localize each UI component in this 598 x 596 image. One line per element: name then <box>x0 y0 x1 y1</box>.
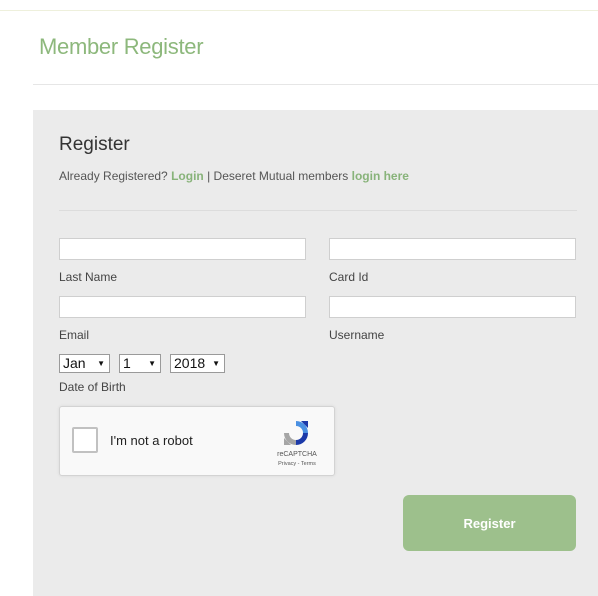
recaptcha-terms-link[interactable]: Privacy - Terms <box>266 461 328 467</box>
username-input[interactable] <box>329 296 576 318</box>
register-heading: Register <box>59 134 130 155</box>
deseret-text: Deseret Mutual members <box>213 169 349 183</box>
chevron-down-icon: ▼ <box>148 359 156 368</box>
dob-day-select[interactable]: 1 ▼ <box>119 354 161 373</box>
last-name-input[interactable] <box>59 238 306 260</box>
login-here-link[interactable]: login here <box>352 169 409 183</box>
card-id-label: Card Id <box>329 270 369 284</box>
recaptcha-logo-icon <box>284 421 308 445</box>
dob-month-value: Jan <box>63 355 86 371</box>
email-label: Email <box>59 328 90 342</box>
dob-label: Date of Birth <box>59 380 126 394</box>
page-title: Member Register <box>39 34 204 59</box>
recaptcha-brand: reCAPTCHA <box>277 451 317 458</box>
already-registered-text: Already Registered? <box>59 169 168 183</box>
last-name-label: Last Name <box>59 270 118 284</box>
top-divider <box>0 10 598 11</box>
recaptcha-widget: I'm not a robot reCAPTCHA Privacy - Term… <box>59 406 335 476</box>
already-registered-line: Already Registered? Login | Deseret Mutu… <box>59 169 409 183</box>
dob-month-select[interactable]: Jan ▼ <box>59 354 110 373</box>
username-label: Username <box>329 328 385 342</box>
card-id-input[interactable] <box>329 238 576 260</box>
chevron-down-icon: ▼ <box>212 359 220 368</box>
dob-year-value: 2018 <box>174 355 206 371</box>
title-divider <box>33 84 598 85</box>
dob-day-value: 1 <box>123 355 131 371</box>
dob-year-select[interactable]: 2018 ▼ <box>170 354 225 373</box>
separator: | <box>207 169 211 183</box>
email-input[interactable] <box>59 296 306 318</box>
chevron-down-icon: ▼ <box>97 359 105 368</box>
register-button[interactable]: Register <box>403 495 576 551</box>
login-link[interactable]: Login <box>171 169 204 183</box>
recaptcha-checkbox[interactable] <box>72 427 98 453</box>
recaptcha-label: I'm not a robot <box>110 433 193 448</box>
register-panel: Register Already Registered? Login | Des… <box>33 110 598 596</box>
panel-divider <box>59 210 577 211</box>
